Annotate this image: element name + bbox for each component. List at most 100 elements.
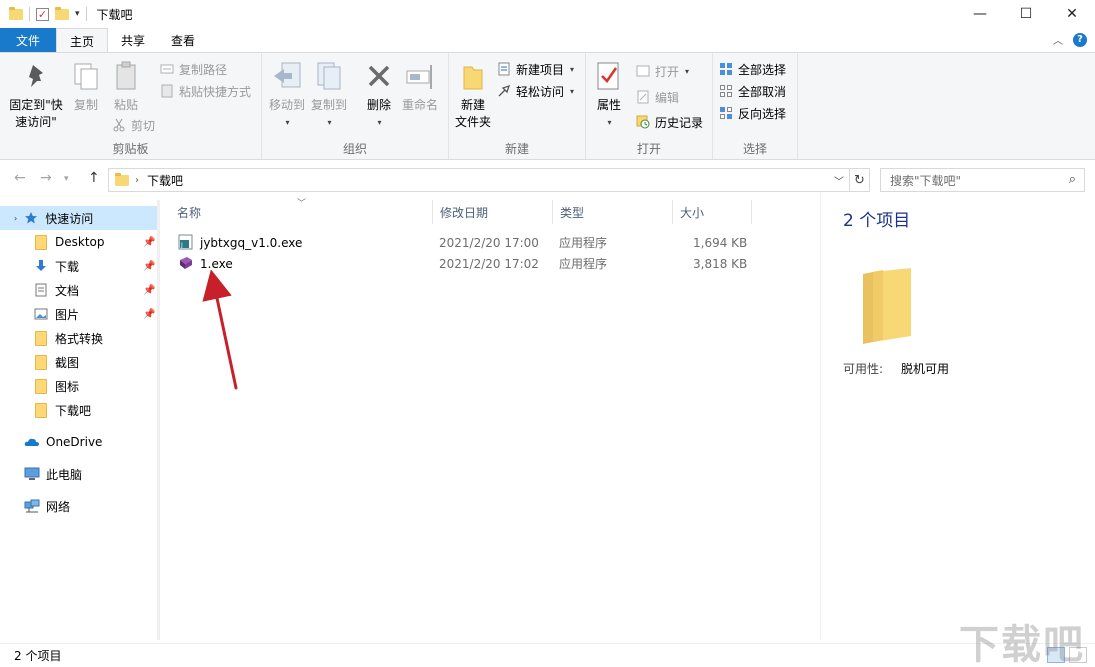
- customize-toolbar-chevron-icon[interactable]: ▾: [75, 9, 80, 19]
- sidebar-item-icons[interactable]: 图标: [33, 374, 79, 398]
- expand-chevron-icon[interactable]: ›: [14, 214, 17, 223]
- search-icon[interactable]: ⌕: [1069, 172, 1076, 187]
- tab-share[interactable]: 共享: [108, 28, 158, 52]
- minimize-button[interactable]: —: [957, 0, 1003, 28]
- easy-access-label: 轻松访问: [516, 84, 565, 99]
- organize-group-label: 组织: [342, 142, 367, 156]
- sidebar-item-quick-access[interactable]: › 快速访问: [0, 206, 157, 230]
- properties-quick-icon[interactable]: ✓: [36, 7, 49, 21]
- recent-locations-chevron-icon[interactable]: ▾: [64, 174, 69, 184]
- cut-button[interactable]: 剪切: [112, 115, 155, 135]
- sidebar-item-documents[interactable]: 文档: [33, 278, 79, 302]
- sidebar-item-label: 此电脑: [46, 467, 83, 482]
- select-all-button[interactable]: 全部选择: [719, 59, 786, 79]
- sidebar-item-desktop[interactable]: Desktop: [33, 230, 105, 254]
- new-folder-button[interactable]: 新建 文件夹: [453, 59, 493, 131]
- invert-selection-button[interactable]: 反向选择: [719, 103, 786, 123]
- pin-label-1: 固定到"快: [9, 98, 63, 112]
- cut-label: 剪切: [131, 118, 156, 133]
- maximize-button[interactable]: ☐: [1003, 0, 1049, 28]
- document-icon: [33, 282, 49, 298]
- sidebar-item-format-convert[interactable]: 格式转换: [33, 326, 103, 350]
- sidebar-item-onedrive[interactable]: OneDrive: [24, 430, 102, 454]
- open-button[interactable]: 打开 ▾: [636, 61, 689, 81]
- divider: [29, 7, 30, 21]
- file-name[interactable]: jybtxgq_v1.0.exe: [200, 236, 302, 250]
- clipboard-group: 固定到"快 速访问" 复制 粘贴 复制路径 粘贴快捷方式 剪切 剪贴板: [0, 53, 262, 159]
- chevron-down-icon: ▾: [327, 118, 332, 127]
- tab-view[interactable]: 查看: [158, 28, 208, 52]
- edit-button[interactable]: 编辑: [636, 87, 679, 107]
- watermark-logo: 下载吧: [959, 622, 1085, 667]
- column-header-date[interactable]: 修改日期: [433, 200, 553, 224]
- properties-label: 属性: [596, 98, 621, 112]
- open-group: 属性 ▾ 打开 ▾ 编辑 历史记录 打开: [586, 53, 713, 159]
- paste-shortcut-button[interactable]: 粘贴快捷方式: [160, 81, 251, 101]
- properties-button[interactable]: 属性 ▾: [594, 59, 624, 131]
- select-group-label: 选择: [742, 142, 767, 156]
- history-icon: [636, 115, 650, 129]
- status-bar: 2 个项目: [0, 643, 1095, 667]
- copy-path-label: 复制路径: [179, 62, 228, 77]
- address-bar[interactable]: › 下载吧 ﹀ ↻: [108, 168, 870, 192]
- svg-text:J: J: [180, 242, 183, 249]
- table-row[interactable]: J jybtxgq_v1.0.exe 2021/2/20 17:00 应用程序 …: [170, 232, 810, 253]
- pin-quick-access-button[interactable]: 固定到"快 速访问": [6, 59, 66, 131]
- column-header-name[interactable]: 名称 ﹀: [170, 199, 433, 224]
- details-pane: 2 个项目 可用性: 脱机可用: [820, 192, 1095, 640]
- address-dropdown-icon[interactable]: ﹀: [829, 169, 849, 191]
- sidebar-item-this-pc[interactable]: 此电脑: [24, 462, 82, 486]
- up-arrow-icon[interactable]: ↑: [88, 170, 100, 186]
- back-arrow-icon[interactable]: ←: [14, 170, 26, 186]
- rename-button[interactable]: 重命名: [400, 59, 440, 114]
- open-label: 打开: [655, 64, 680, 79]
- select-none-button[interactable]: 全部取消: [719, 81, 786, 101]
- refresh-icon[interactable]: ↻: [849, 169, 869, 191]
- edit-label: 编辑: [655, 90, 680, 105]
- column-header-size[interactable]: 大小: [673, 200, 752, 224]
- history-label: 历史记录: [655, 115, 704, 130]
- paste-button[interactable]: 粘贴: [110, 59, 142, 114]
- new-folder-icon: [456, 59, 490, 93]
- delete-label: 删除: [366, 98, 391, 112]
- new-folder-quick-icon[interactable]: [55, 6, 69, 20]
- forward-arrow-icon[interactable]: →: [40, 170, 52, 186]
- close-button[interactable]: ✕: [1049, 0, 1095, 28]
- table-row[interactable]: 1.exe 2021/2/20 17:02 应用程序 3,818 KB: [170, 253, 810, 274]
- book-app-icon: [178, 255, 194, 271]
- new-item-button[interactable]: 新建项目 ▾: [497, 59, 574, 79]
- search-input[interactable]: 搜索"下载吧" ⌕: [880, 168, 1085, 192]
- pin-icon: 📌: [143, 285, 156, 296]
- cloud-icon: [24, 434, 40, 450]
- breadcrumb-chevron-icon[interactable]: ›: [135, 175, 139, 186]
- delete-x-icon: [362, 59, 396, 93]
- chevron-down-icon: ▾: [570, 64, 575, 74]
- easy-access-button[interactable]: 轻松访问 ▾: [497, 81, 574, 101]
- sidebar-item-xiazaiba[interactable]: 下载吧: [33, 398, 91, 422]
- help-icon[interactable]: ?: [1073, 32, 1087, 47]
- delete-button[interactable]: 删除 ▾: [364, 59, 394, 131]
- sidebar-item-network[interactable]: 网络: [24, 494, 70, 518]
- move-to-label: 移动到: [268, 98, 305, 112]
- tab-home[interactable]: 主页: [56, 28, 109, 53]
- history-button[interactable]: 历史记录: [636, 112, 703, 132]
- tab-file[interactable]: 文件: [0, 28, 56, 52]
- sidebar-item-label: 图标: [55, 379, 80, 394]
- sidebar-item-screenshots[interactable]: 截图: [33, 350, 79, 374]
- collapse-ribbon-icon[interactable]: ︿: [1053, 32, 1063, 47]
- sidebar-item-downloads[interactable]: 下载: [33, 254, 79, 278]
- sidebar-item-pictures[interactable]: 图片: [33, 302, 79, 326]
- copy-to-button[interactable]: 复制到 ▾: [310, 59, 348, 131]
- copy-path-button[interactable]: 复制路径: [160, 59, 227, 79]
- copy-button[interactable]: 复制: [70, 59, 102, 114]
- sidebar-item-label: 快速访问: [45, 211, 94, 226]
- move-to-button[interactable]: 移动到 ▾: [268, 59, 306, 131]
- nav-pane-scrollbar[interactable]: [157, 200, 160, 640]
- availability: 可用性: 脱机可用: [843, 360, 949, 377]
- picture-icon: [33, 306, 49, 322]
- column-header-type[interactable]: 类型: [553, 200, 673, 224]
- file-name[interactable]: 1.exe: [200, 257, 233, 271]
- breadcrumb-current[interactable]: 下载吧: [147, 172, 183, 189]
- copy-icon: [69, 59, 103, 93]
- computer-icon: [24, 466, 40, 482]
